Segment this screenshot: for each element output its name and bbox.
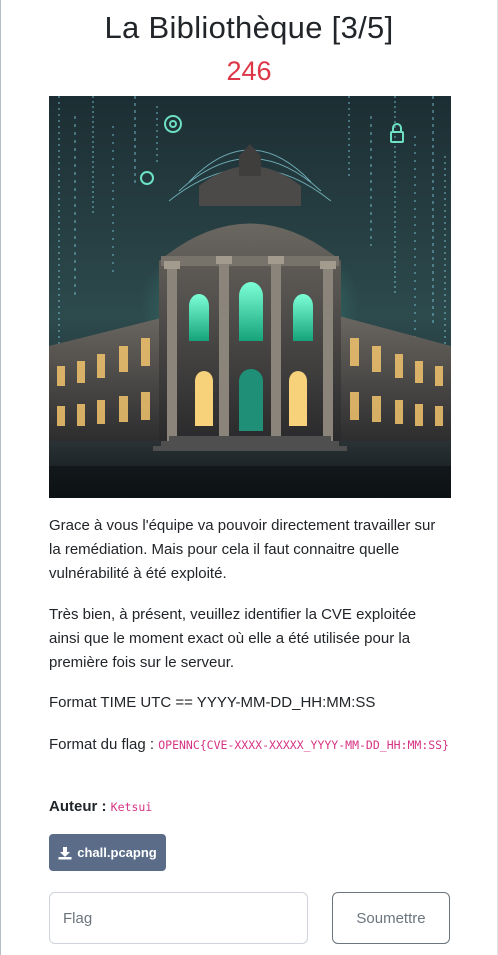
flag-format-label: Format du flag : bbox=[49, 736, 155, 753]
author-line: Auteur : Ketsui bbox=[49, 795, 451, 819]
download-file-label: chall.pcapng bbox=[77, 845, 157, 860]
flag-format-code: OPENNC{CVE-XXXX-XXXXX_YYYY-MM-DD_HH:MM:S… bbox=[158, 738, 450, 752]
description-paragraph: Très bien, à présent, veuillez identifie… bbox=[49, 606, 417, 671]
challenge-image bbox=[49, 96, 451, 498]
author-name: Ketsui bbox=[110, 800, 153, 814]
time-format-text: Format TIME UTC == YYYY-MM-DD_HH:MM:SS bbox=[49, 694, 376, 711]
flag-format-line: Format du flag : OPENNC{CVE-XXXX-XXXXX_Y… bbox=[49, 733, 451, 757]
left-border bbox=[0, 0, 1, 955]
submit-button[interactable]: Soumettre bbox=[332, 892, 450, 944]
flag-input[interactable] bbox=[49, 892, 308, 944]
download-file-button[interactable]: chall.pcapng bbox=[49, 834, 166, 871]
challenge-points: 246 bbox=[226, 56, 272, 86]
description-paragraph: Grace à vous l'équipe va pouvoir directe… bbox=[49, 517, 436, 582]
author-label: Auteur : bbox=[49, 798, 107, 815]
download-icon bbox=[58, 846, 72, 859]
challenge-title: La Bibliothèque [3/5] bbox=[104, 10, 394, 45]
